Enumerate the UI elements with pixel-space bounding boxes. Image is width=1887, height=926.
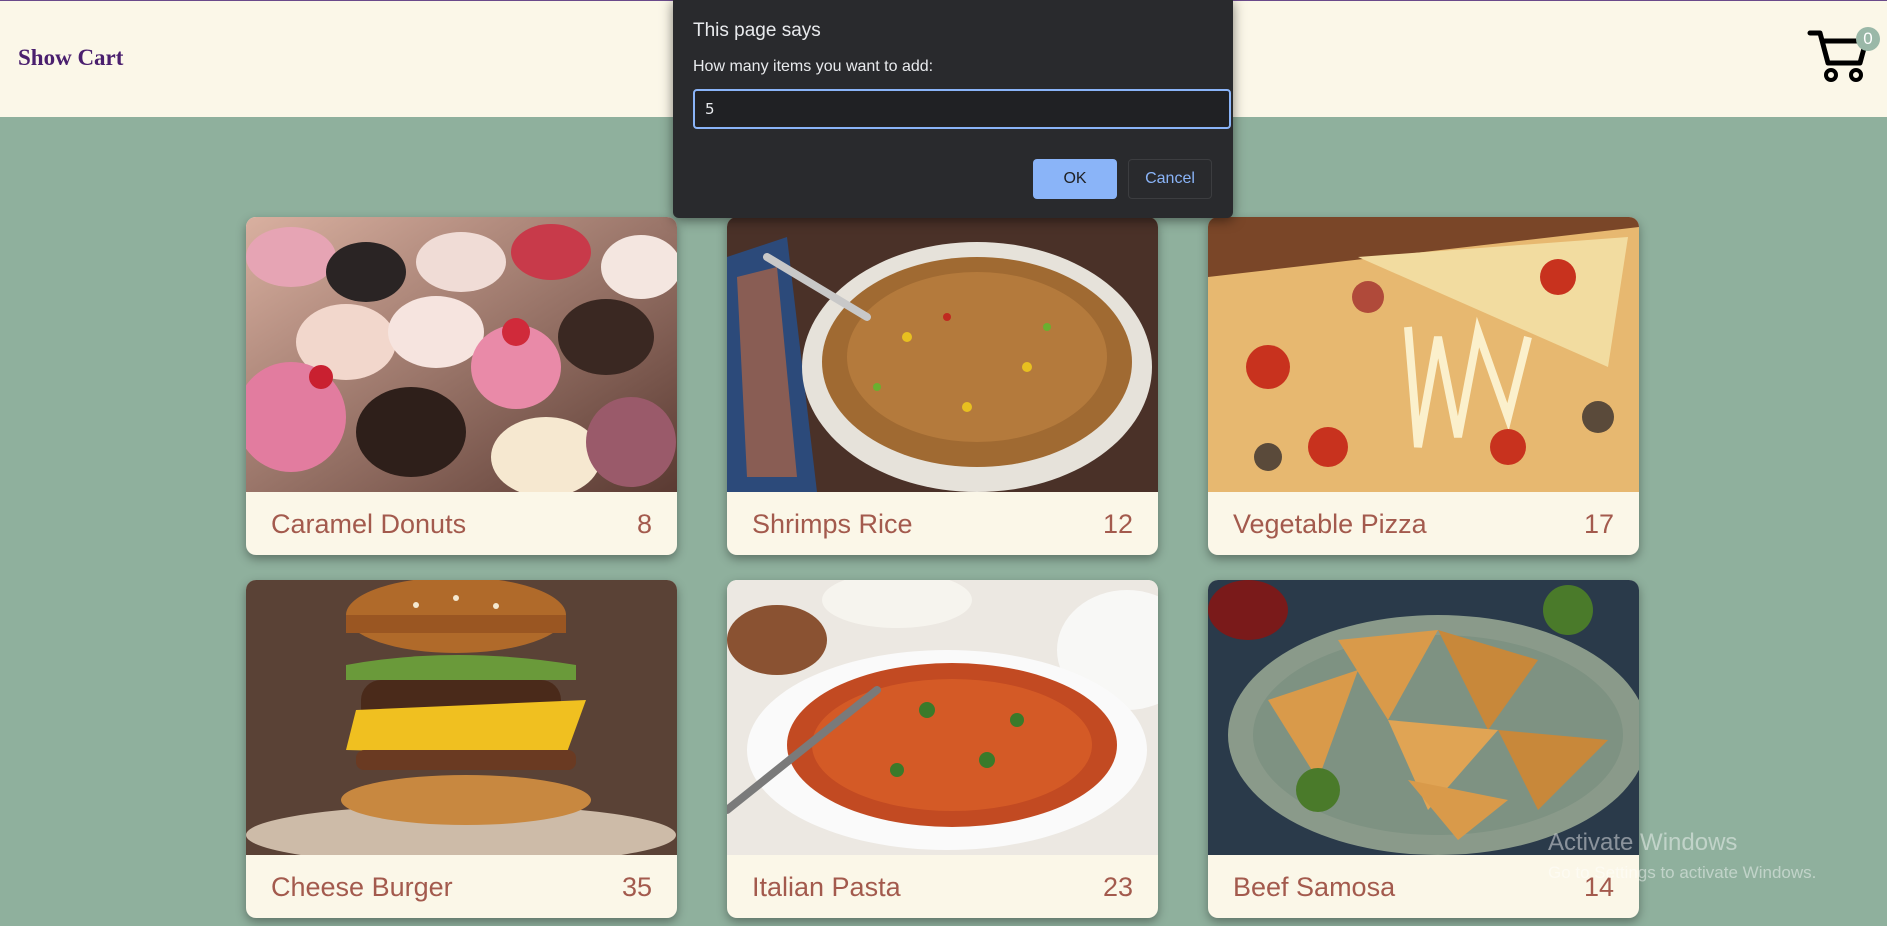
- product-price: 23: [1102, 872, 1133, 902]
- product-price: 35: [621, 872, 652, 902]
- product-name: Italian Pasta: [752, 872, 901, 902]
- product-name: Beef Samosa: [1233, 872, 1396, 902]
- product-name: Vegetable Pizza: [1233, 509, 1427, 539]
- product-image: [727, 580, 1158, 855]
- product-image: [246, 580, 677, 855]
- dialog-title: This page says: [693, 20, 821, 41]
- product-image: [246, 217, 677, 492]
- product-price: 12: [1102, 509, 1133, 539]
- product-card-cheese-burger[interactable]: Cheese Burger 35: [246, 580, 677, 918]
- cancel-button[interactable]: Cancel: [1128, 159, 1212, 199]
- product-name: Shrimps Rice: [752, 509, 913, 539]
- product-name: Cheese Burger: [271, 872, 453, 902]
- dialog-message: How many items you want to add:: [693, 58, 934, 75]
- product-image: [727, 217, 1158, 492]
- product-card-shrimps-rice[interactable]: Shrimps Rice 12: [727, 217, 1158, 555]
- watermark-title: Activate Windows: [1548, 829, 1738, 856]
- product-card-italian-pasta[interactable]: Italian Pasta 23: [727, 580, 1158, 918]
- ok-button[interactable]: OK: [1033, 159, 1117, 199]
- quantity-input[interactable]: 5: [693, 89, 1231, 129]
- show-cart-link[interactable]: Show Cart: [18, 45, 123, 71]
- prompt-dialog: This page says How many items you want t…: [673, 0, 1233, 218]
- product-name: Caramel Donuts: [271, 509, 467, 539]
- product-card-caramel-donuts[interactable]: Caramel Donuts 8: [246, 217, 677, 555]
- product-image: [1208, 217, 1639, 492]
- product-card-vegetable-pizza[interactable]: Vegetable Pizza 17: [1208, 217, 1639, 555]
- product-price: 8: [636, 509, 652, 539]
- windows-activation-watermark: Activate Windows Go to Settings to activ…: [1548, 829, 1816, 883]
- cart-count-badge: 0: [1856, 27, 1880, 51]
- watermark-subtitle: Go to Settings to activate Windows.: [1548, 863, 1817, 882]
- product-price: 17: [1583, 509, 1614, 539]
- product-image: [1208, 580, 1639, 855]
